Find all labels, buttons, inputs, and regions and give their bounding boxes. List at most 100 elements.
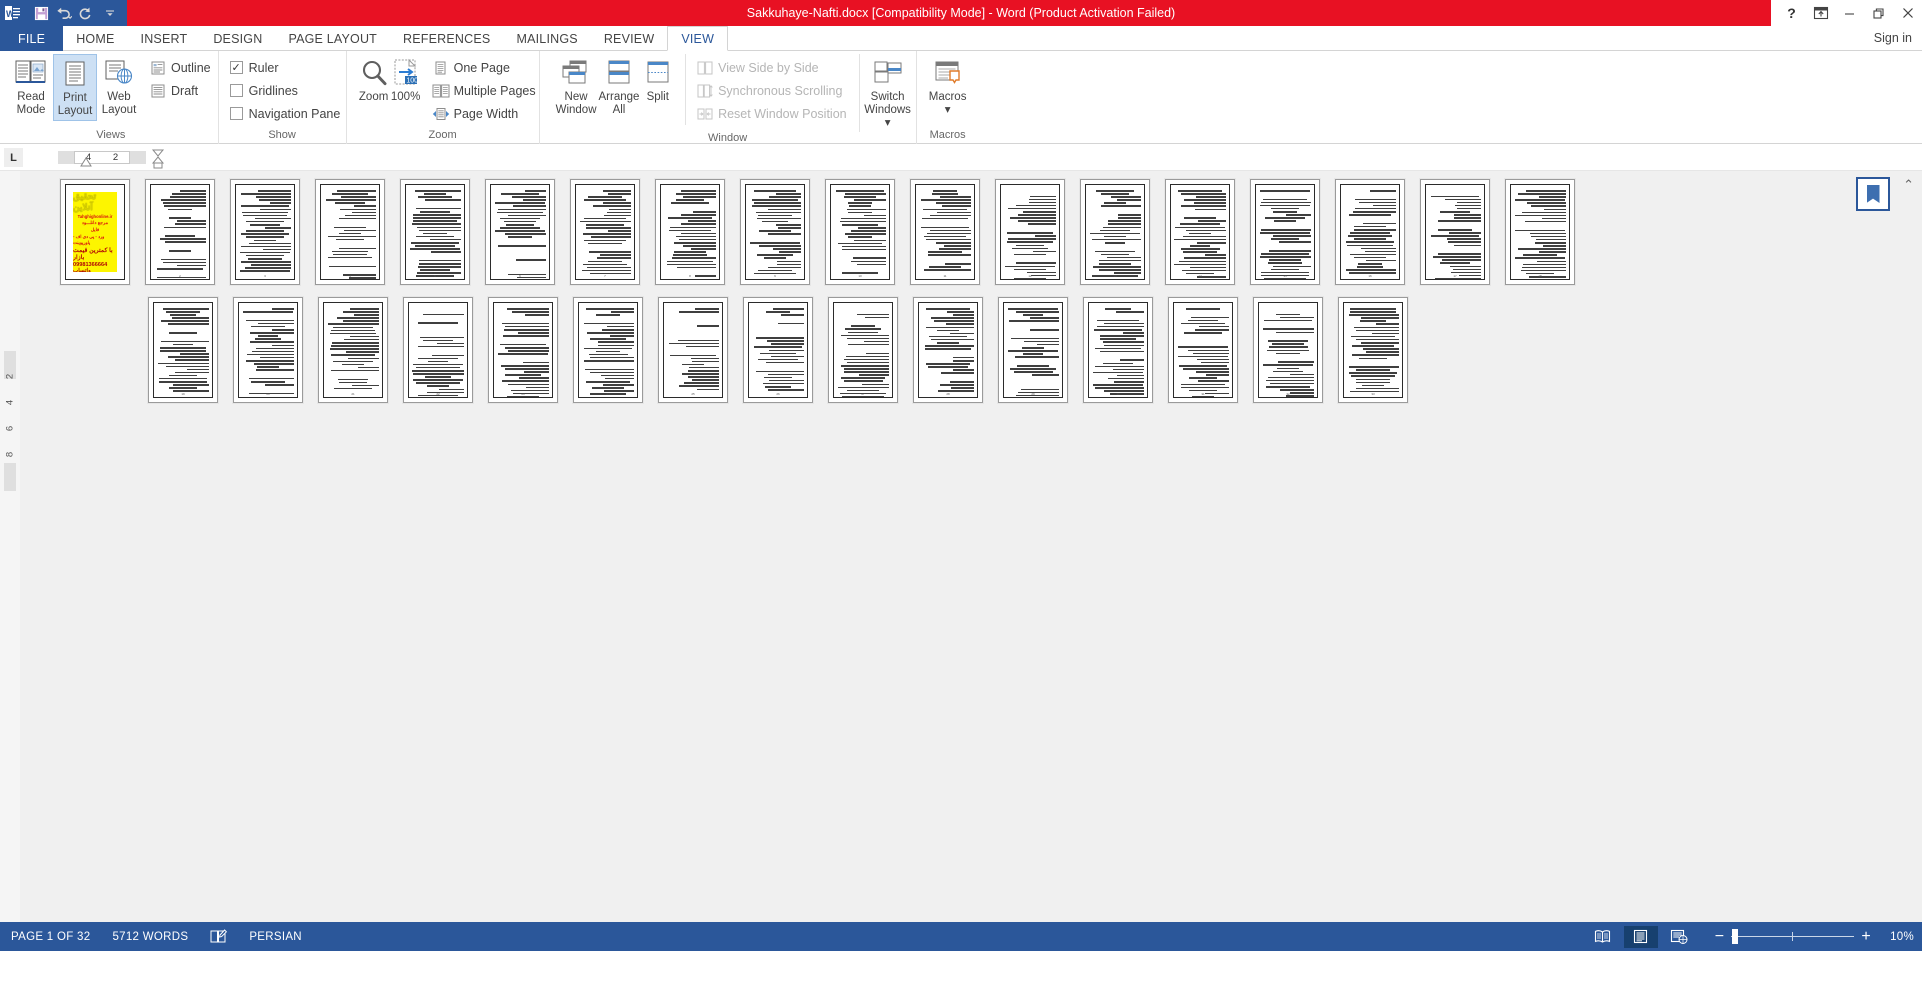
- zoom-dialog-button[interactable]: Zoom: [358, 54, 390, 106]
- page-thumbnail[interactable]: 8: [655, 179, 725, 285]
- page-thumbnail[interactable]: 12: [995, 179, 1065, 285]
- page-thumbnail[interactable]: 33: [1338, 297, 1408, 403]
- tab-design[interactable]: DESIGN: [200, 26, 275, 51]
- page-thumbnail[interactable]: 9: [740, 179, 810, 285]
- new-window-button[interactable]: New Window: [555, 54, 598, 119]
- navigation-pane-checkbox[interactable]: Navigation Pane: [228, 102, 343, 125]
- page-thumbnail[interactable]: 11: [910, 179, 980, 285]
- page-thumbnail[interactable]: 24: [573, 297, 643, 403]
- word-count[interactable]: 5712 WORDS: [101, 922, 199, 951]
- zoom-slider-track[interactable]: [1731, 929, 1855, 944]
- bookmark-indicator[interactable]: [1856, 177, 1890, 211]
- page-thumbnail[interactable]: 15: [1250, 179, 1320, 285]
- text-line: [494, 254, 546, 258]
- text-line: [853, 199, 886, 201]
- one-page-button[interactable]: One Page: [430, 56, 538, 79]
- tab-mailings[interactable]: MAILINGS: [503, 26, 590, 51]
- page-thumbnail[interactable]: 6: [485, 179, 555, 285]
- gridlines-checkbox[interactable]: Gridlines: [228, 79, 343, 102]
- page-thumbnail[interactable]: 22: [403, 297, 473, 403]
- page-thumbnail[interactable]: 32: [1253, 297, 1323, 403]
- tab-review[interactable]: REVIEW: [591, 26, 668, 51]
- undo-icon[interactable]: [52, 2, 74, 24]
- page-thumbnail[interactable]: 5: [400, 179, 470, 285]
- zoom-slider-thumb[interactable]: [1732, 929, 1739, 944]
- multiple-pages-button[interactable]: Multiple Pages: [430, 79, 538, 102]
- tab-home[interactable]: HOME: [63, 26, 127, 51]
- page-thumbnail[interactable]: 2: [145, 179, 215, 285]
- page-thumbnail[interactable]: 28: [913, 297, 983, 403]
- tab-page-layout[interactable]: PAGE LAYOUT: [275, 26, 390, 51]
- page-thumbnail[interactable]: 29: [998, 297, 1068, 403]
- page-thumbnail[interactable]: 3: [230, 179, 300, 285]
- restore-button[interactable]: [1864, 0, 1893, 26]
- vertical-scrollbar[interactable]: [1907, 171, 1922, 922]
- page-thumbnail[interactable]: 20: [233, 297, 303, 403]
- zoom-level-label[interactable]: 10%: [1890, 931, 1914, 943]
- page-thumbnail-cover[interactable]: تحقیق آنلاین Tahghighonline.ir مرجع دانلــ…: [60, 179, 130, 285]
- page-thumbnail[interactable]: 27: [828, 297, 898, 403]
- left-indent-marker-icon[interactable]: [78, 156, 94, 169]
- page-thumbnail[interactable]: 13: [1080, 179, 1150, 285]
- draft-button[interactable]: Draft: [147, 79, 213, 102]
- print-layout-button[interactable]: Print Layout: [53, 54, 97, 121]
- zoom-out-button[interactable]: −: [1708, 928, 1732, 945]
- ruler-checkbox[interactable]: ✓ Ruler: [228, 56, 343, 79]
- page-thumbnail[interactable]: 18: [1505, 179, 1575, 285]
- arrange-all-button[interactable]: Arrange All: [598, 54, 641, 119]
- horizontal-ruler[interactable]: 4 2: [58, 148, 146, 167]
- proofing-errors-icon[interactable]: [199, 922, 238, 951]
- chevron-up-icon[interactable]: ⌃: [1903, 177, 1914, 193]
- tab-stop-selector[interactable]: L: [4, 148, 23, 167]
- tab-file[interactable]: FILE: [0, 26, 64, 51]
- zoom-100-button[interactable]: 100 100%: [390, 54, 422, 106]
- page-width-button[interactable]: Page Width: [430, 102, 538, 125]
- print-layout-view-button[interactable]: [1623, 925, 1658, 948]
- page-indicator[interactable]: PAGE 1 OF 32: [0, 922, 101, 951]
- page-thumbnail[interactable]: 31: [1168, 297, 1238, 403]
- web-layout-button[interactable]: Web Layout: [97, 54, 141, 119]
- tab-insert[interactable]: INSERT: [128, 26, 201, 51]
- help-button[interactable]: ?: [1777, 0, 1806, 26]
- page-thumbnail[interactable]: 19: [148, 297, 218, 403]
- text-line: [1456, 201, 1481, 204]
- language-indicator[interactable]: PERSIAN: [238, 922, 313, 951]
- document-canvas[interactable]: 2 4 6 8 ⌃ تحقیق آنلاین Tahghighonline.ir م…: [0, 171, 1922, 922]
- ribbon-display-options-button[interactable]: [1806, 0, 1835, 26]
- page-thumbnail[interactable]: 16: [1335, 179, 1405, 285]
- text-line: [1098, 269, 1141, 271]
- page-thumbnail[interactable]: 25: [658, 297, 728, 403]
- page-thumbnail[interactable]: 17: [1420, 179, 1490, 285]
- sign-in-link[interactable]: Sign in: [1874, 26, 1912, 51]
- zoom-slider-control[interactable]: − + 10%: [1708, 928, 1914, 945]
- text-line: [846, 337, 889, 340]
- switch-windows-button[interactable]: Switch Windows ▾: [858, 54, 911, 132]
- outline-button[interactable]: Outline: [147, 56, 213, 79]
- save-icon[interactable]: [30, 2, 52, 24]
- page-thumbnail[interactable]: 7: [570, 179, 640, 285]
- page-thumbnail[interactable]: 30: [1083, 297, 1153, 403]
- close-button[interactable]: [1893, 0, 1922, 26]
- macros-button[interactable]: Macros ▾: [922, 54, 974, 119]
- split-button[interactable]: Split: [640, 54, 675, 106]
- page-thumbnail[interactable]: 10: [825, 179, 895, 285]
- macros-group-label: Macros: [929, 129, 966, 141]
- minimize-button[interactable]: [1835, 0, 1864, 26]
- word-app-icon: W: [4, 4, 22, 22]
- tab-references[interactable]: REFERENCES: [390, 26, 503, 51]
- read-mode-view-button[interactable]: [1586, 926, 1620, 948]
- web-layout-view-button[interactable]: [1662, 926, 1696, 948]
- redo-icon[interactable]: [74, 2, 96, 24]
- page-thumbnail[interactable]: 4: [315, 179, 385, 285]
- right-indent-marker-icon[interactable]: [150, 148, 166, 169]
- vertical-ruler[interactable]: 2 4 6 8: [0, 171, 20, 922]
- tab-view[interactable]: VIEW: [667, 26, 729, 51]
- zoom-in-button[interactable]: +: [1854, 928, 1878, 945]
- text-line: [248, 258, 282, 260]
- page-thumbnail[interactable]: 26: [743, 297, 813, 403]
- page-thumbnail[interactable]: 23: [488, 297, 558, 403]
- chevron-down-icon[interactable]: [99, 2, 121, 24]
- page-thumbnail[interactable]: 14: [1165, 179, 1235, 285]
- read-mode-button[interactable]: Read Mode: [9, 54, 53, 119]
- page-thumbnail[interactable]: 21: [318, 297, 388, 403]
